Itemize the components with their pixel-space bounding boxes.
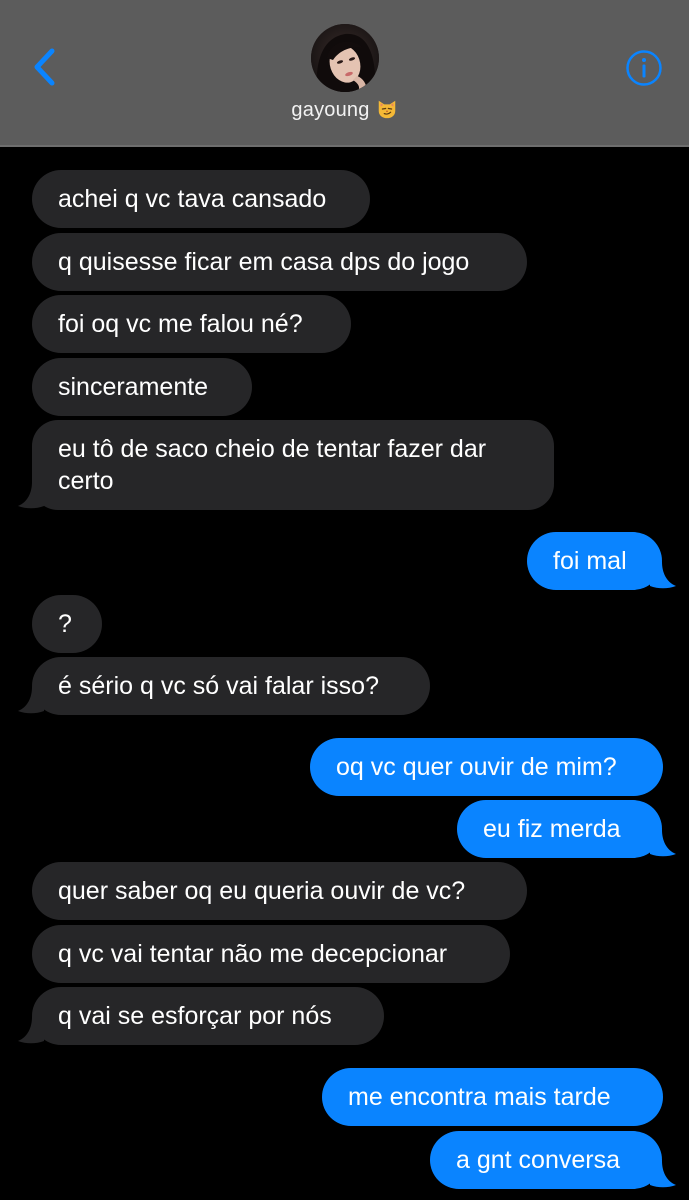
message-text: quer saber oq eu queria ouvir de vc?: [58, 877, 466, 905]
message-text: achei q vc tava cansado: [58, 185, 327, 213]
message-text: oq vc quer ouvir de mim?: [336, 753, 617, 781]
bubble-tail: [650, 1161, 676, 1188]
message-bubble-received[interactable]: foi oq vc me falou né?: [32, 295, 351, 353]
message-text: q vc vai tentar não me decepcionar: [58, 940, 448, 968]
message-bubble-received[interactable]: achei q vc tava cansado: [32, 170, 370, 228]
contact-photo: [311, 24, 379, 92]
message-text: a gnt conversa: [456, 1146, 620, 1174]
message-bubble-sent[interactable]: me encontra mais tarde: [322, 1068, 663, 1126]
avatar[interactable]: [311, 24, 379, 92]
message-text: q vai se esforçar por nós: [58, 1002, 332, 1030]
message-text: me encontra mais tarde: [348, 1083, 611, 1111]
bubble-tail: [18, 1017, 44, 1044]
contact-name-row[interactable]: gayoung: [0, 98, 689, 122]
smirking-cat-emoji: [378, 100, 395, 119]
message-text: foi mal: [553, 547, 627, 575]
message-bubble-received[interactable]: eu tô de saco cheio de tentar fazer dar …: [32, 420, 554, 510]
chevron-left-icon: [34, 48, 55, 86]
message-bubble-sent[interactable]: a gnt conversa: [430, 1131, 662, 1189]
message-bubble-received[interactable]: ?: [32, 595, 102, 653]
message-bubble-sent[interactable]: foi mal: [527, 532, 662, 590]
message-text: sinceramente: [58, 373, 209, 401]
message-bubble-received[interactable]: é sério q vc só vai falar isso?: [32, 657, 430, 715]
info-button[interactable]: [625, 49, 663, 87]
bubble-tail: [650, 830, 676, 857]
info-circle-icon: [626, 50, 662, 86]
message-bubble-received[interactable]: q quisesse ficar em casa dps do jogo: [32, 233, 527, 291]
contact-name: gayoung: [291, 99, 370, 121]
bubble-tail: [18, 482, 44, 509]
message-bubble-received[interactable]: q vai se esforçar por nós: [32, 987, 384, 1045]
message-bubble-received[interactable]: sinceramente: [32, 358, 252, 416]
message-text: ?: [58, 610, 72, 638]
bubble-tail: [650, 562, 676, 589]
message-bubble-sent[interactable]: oq vc quer ouvir de mim?: [310, 738, 663, 796]
message-bubble-sent[interactable]: eu fiz merda: [457, 800, 662, 858]
message-text: q quisesse ficar em casa dps do jogo: [58, 248, 470, 276]
message-bubble-received[interactable]: q vc vai tentar não me decepcionar: [32, 925, 510, 983]
message-text: foi oq vc me falou né?: [58, 310, 303, 338]
back-button[interactable]: [28, 46, 62, 88]
message-bubble-received[interactable]: quer saber oq eu queria ouvir de vc?: [32, 862, 527, 920]
bubble-tail: [18, 687, 44, 714]
message-text: eu fiz merda: [483, 815, 621, 843]
conversation-header: gayoung: [0, 0, 689, 147]
message-text: é sério q vc só vai falar isso?: [58, 672, 379, 700]
message-text: eu tô de saco cheio de tentar fazer dar …: [58, 435, 487, 495]
